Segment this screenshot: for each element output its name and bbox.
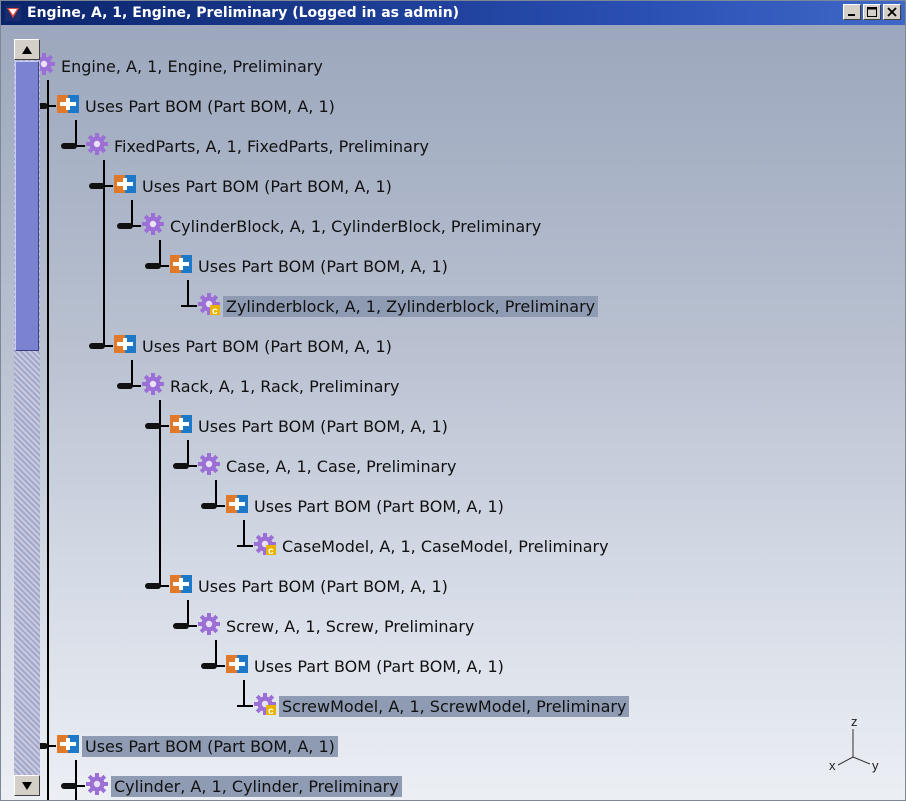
tree-node-label: Screw, A, 1, Screw, Preliminary: [226, 616, 475, 636]
tree-node-label: FixedParts, A, 1, FixedParts, Preliminar…: [114, 136, 429, 156]
tree-node-label: Case, A, 1, Case, Preliminary: [226, 456, 457, 476]
scroll-up-button[interactable]: [14, 39, 40, 60]
arrow-up-icon: [22, 45, 32, 54]
tree-node-part-bom[interactable]: Uses Part BOM (Part BOM, A, 1): [169, 572, 451, 600]
axis-y-label: y: [872, 758, 879, 773]
axis-x-label: x: [829, 758, 836, 773]
axis-z-label: z: [851, 715, 858, 729]
tree-node-part-bom[interactable]: Uses Part BOM (Part BOM, A, 1): [225, 492, 507, 520]
tree-node-part-bom[interactable]: Uses Part BOM (Part BOM, A, 1): [56, 732, 338, 760]
svg-text:c: c: [268, 706, 274, 716]
cad-model-icon: c: [253, 532, 277, 560]
part-bom-icon: [225, 492, 249, 520]
gear-icon: [141, 212, 165, 240]
part-bom-icon: [113, 332, 137, 360]
tree-node-label: Uses Part BOM (Part BOM, A, 1): [82, 735, 338, 757]
expand-handle[interactable]: [117, 223, 133, 229]
tree-node-part[interactable]: Engine, A, 1, Engine, Preliminary: [32, 52, 326, 80]
app-icon: [5, 5, 21, 21]
expand-handle[interactable]: [89, 183, 105, 189]
tree-node-part-bom[interactable]: Uses Part BOM (Part BOM, A, 1): [113, 172, 395, 200]
cad-model-icon: c: [253, 692, 277, 720]
compass-axis: z x y: [829, 715, 879, 773]
tree-node-label: Cylinder, A, 1, Cylinder, Preliminary: [111, 775, 402, 797]
tree-node-label: CylinderBlock, A, 1, CylinderBlock, Prel…: [170, 216, 542, 236]
expand-handle[interactable]: [201, 503, 217, 509]
part-bom-icon: [169, 412, 193, 440]
tree-node-label: CaseModel, A, 1, CaseModel, Preliminary: [282, 536, 609, 556]
tree-node-label: Uses Part BOM (Part BOM, A, 1): [142, 176, 392, 196]
tree-node-label: Rack, A, 1, Rack, Preliminary: [170, 376, 400, 396]
expand-handle[interactable]: [173, 623, 189, 629]
tree-node-part-bom[interactable]: Uses Part BOM (Part BOM, A, 1): [169, 252, 451, 280]
gear-icon: [85, 132, 109, 160]
maximize-button[interactable]: [863, 4, 881, 20]
engine-tree-window: Engine, A, 1, Engine, Preliminary (Logge…: [0, 0, 906, 801]
tree-node-part[interactable]: FixedParts, A, 1, FixedParts, Preliminar…: [85, 132, 432, 160]
tree-node-part-bom[interactable]: Uses Part BOM (Part BOM, A, 1): [169, 412, 451, 440]
minimize-button[interactable]: [843, 4, 861, 20]
tree-node-label: Uses Part BOM (Part BOM, A, 1): [198, 576, 448, 596]
gear-icon: [141, 372, 165, 400]
gear-icon: [85, 772, 109, 800]
tree-node-part[interactable]: Rack, A, 1, Rack, Preliminary: [141, 372, 402, 400]
tree-node-label: ScrewModel, A, 1, ScrewModel, Preliminar…: [279, 695, 630, 717]
expand-handle[interactable]: [61, 783, 77, 789]
vertical-scrollbar[interactable]: [14, 39, 40, 796]
expand-handle[interactable]: [201, 663, 217, 669]
tree-node-label: Uses Part BOM (Part BOM, A, 1): [254, 656, 504, 676]
expand-handle[interactable]: [61, 143, 77, 149]
tree-node-label: Uses Part BOM (Part BOM, A, 1): [198, 256, 448, 276]
tree-node-part-bom[interactable]: Uses Part BOM (Part BOM, A, 1): [225, 652, 507, 680]
expand-handle[interactable]: [117, 383, 133, 389]
close-icon: [887, 7, 897, 17]
expand-handle[interactable]: [145, 583, 161, 589]
window-title: Engine, A, 1, Engine, Preliminary (Logge…: [27, 5, 460, 21]
tree-node-part[interactable]: Screw, A, 1, Screw, Preliminary: [197, 612, 477, 640]
tree-node-part[interactable]: c ScrewModel, A, 1, ScrewModel, Prelimina…: [253, 692, 630, 720]
gear-icon: [197, 612, 221, 640]
tree-node-label: Uses Part BOM (Part BOM, A, 1): [85, 96, 335, 116]
tree-node-label: Uses Part BOM (Part BOM, A, 1): [254, 496, 504, 516]
svg-text:c: c: [212, 306, 218, 316]
close-button[interactable]: [883, 4, 901, 20]
tree-node-label: Uses Part BOM (Part BOM, A, 1): [142, 336, 392, 356]
expand-handle[interactable]: [145, 423, 161, 429]
tree-node-part-bom[interactable]: Uses Part BOM (Part BOM, A, 1): [113, 332, 395, 360]
part-bom-icon: [169, 572, 193, 600]
minimize-icon: [848, 14, 855, 16]
tree-node-part[interactable]: Cylinder, A, 1, Cylinder, Preliminary: [85, 772, 402, 800]
maximize-icon: [867, 7, 877, 17]
specification-tree-area[interactable]: Engine, A, 1, Engine, Preliminary Uses Pa…: [1, 25, 905, 800]
tree-node-label: Engine, A, 1, Engine, Preliminary: [61, 56, 323, 76]
tree-node-part[interactable]: Case, A, 1, Case, Preliminary: [197, 452, 459, 480]
expand-handle[interactable]: [89, 343, 105, 349]
part-bom-icon: [169, 252, 193, 280]
gear-icon: [197, 452, 221, 480]
scrollbar-thumb[interactable]: [15, 61, 39, 351]
tree-node-part[interactable]: CylinderBlock, A, 1, CylinderBlock, Prel…: [141, 212, 544, 240]
part-bom-icon: [113, 172, 137, 200]
tree-node-part[interactable]: c CaseModel, A, 1, CaseModel, Preliminary: [253, 532, 612, 560]
part-bom-icon: [56, 732, 80, 760]
tree-node-part[interactable]: c Zylinderblock, A, 1, Zylinderblock, Pre…: [197, 292, 599, 320]
scroll-down-button[interactable]: [14, 775, 40, 796]
tree-node-part-bom[interactable]: Uses Part BOM (Part BOM, A, 1): [56, 92, 338, 120]
svg-text:c: c: [268, 546, 274, 556]
tree-node-label: Zylinderblock, A, 1, Zylinderblock, Prel…: [223, 295, 599, 317]
part-bom-icon: [56, 92, 80, 120]
expand-handle[interactable]: [173, 463, 189, 469]
title-bar[interactable]: Engine, A, 1, Engine, Preliminary (Logge…: [1, 1, 905, 25]
part-bom-icon: [225, 652, 249, 680]
expand-handle[interactable]: [145, 263, 161, 269]
tree-node-label: Uses Part BOM (Part BOM, A, 1): [198, 416, 448, 436]
cad-model-icon: c: [197, 292, 221, 320]
arrow-down-icon: [22, 781, 32, 790]
